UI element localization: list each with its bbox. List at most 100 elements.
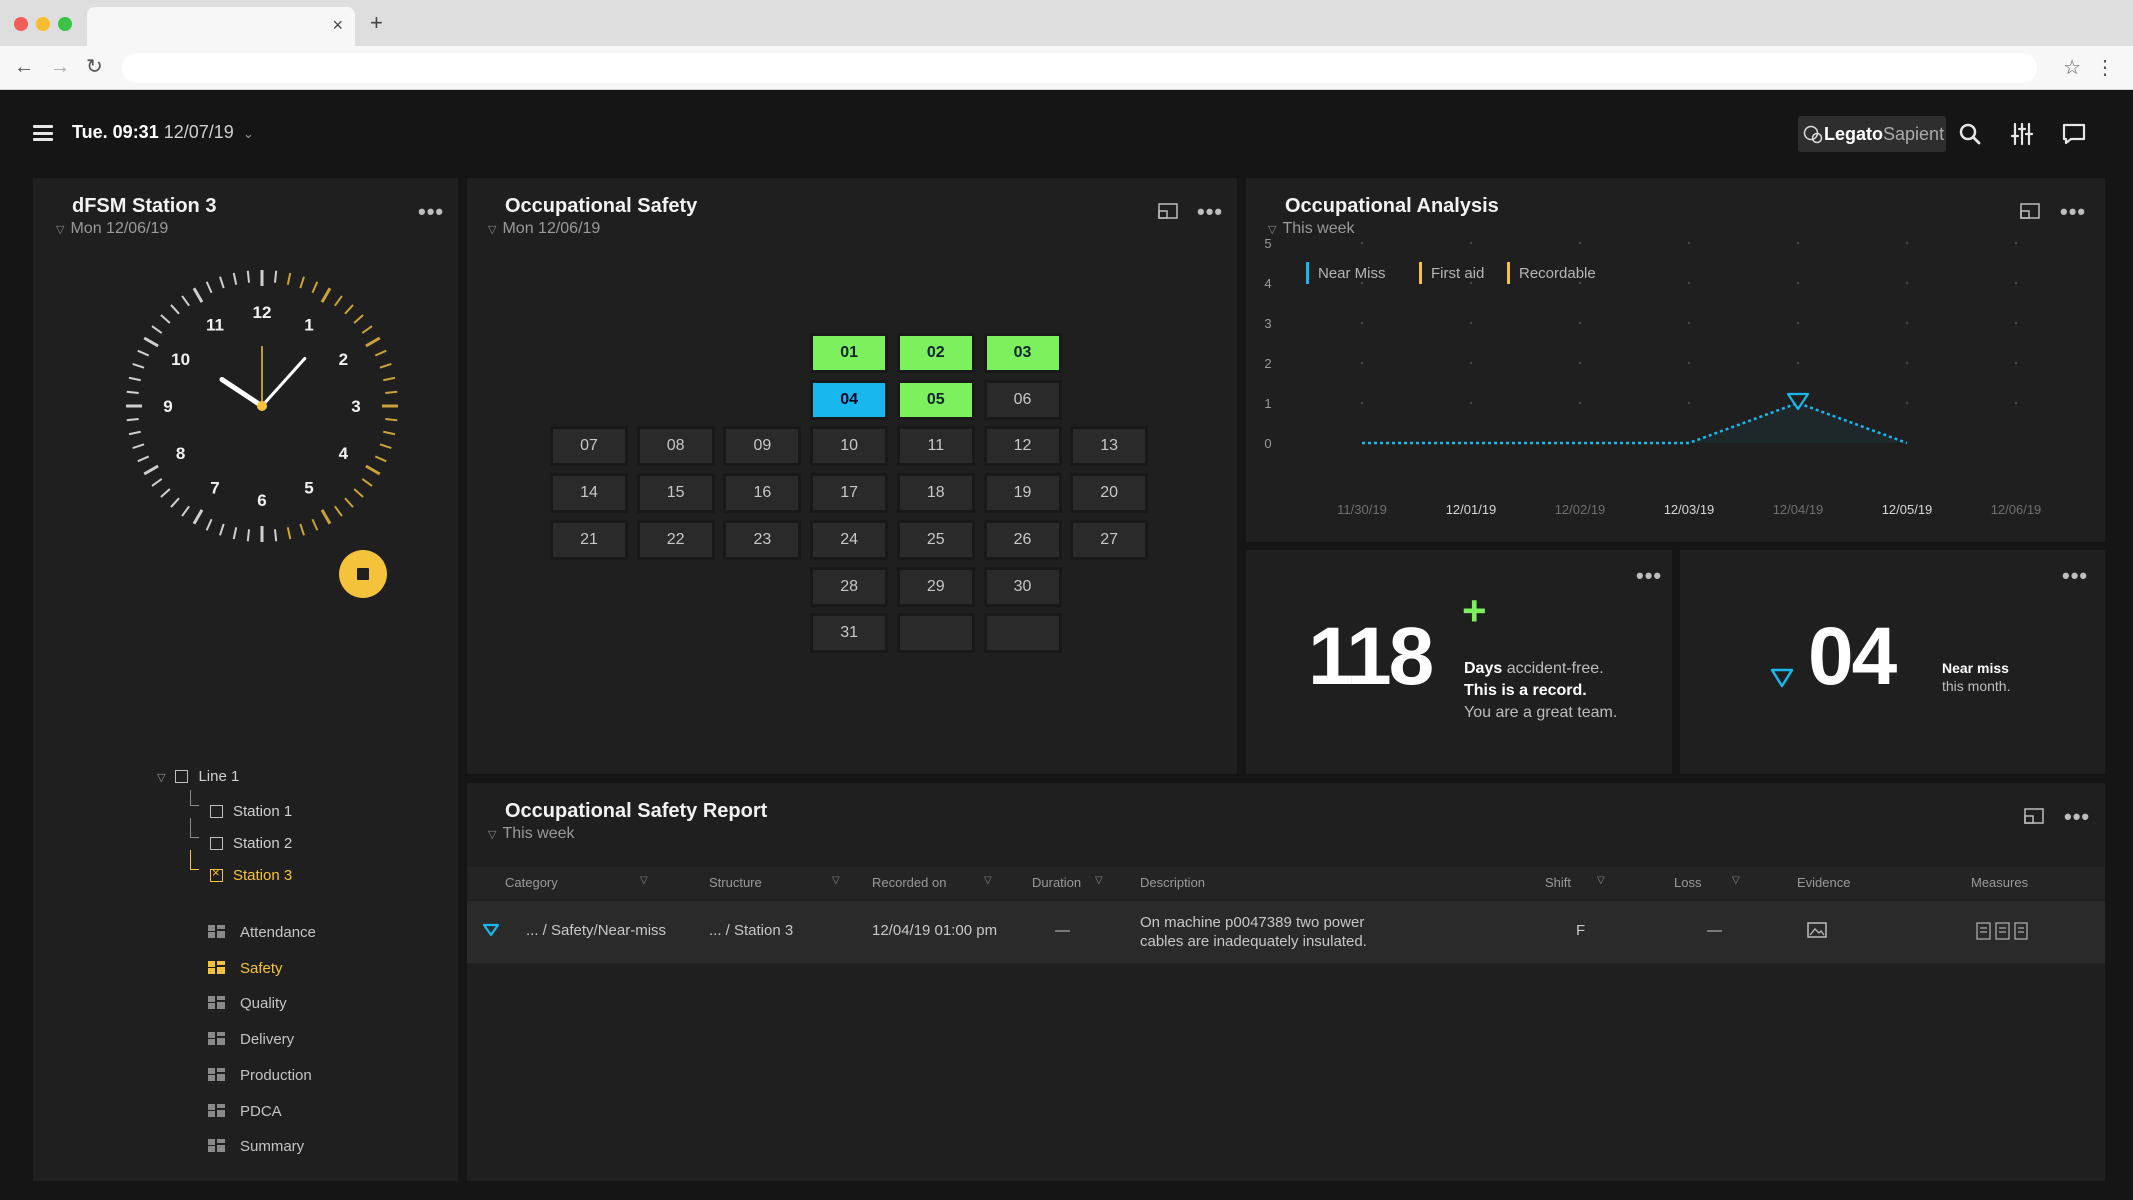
sidebar-item-pdca[interactable]: PDCA <box>208 1103 282 1120</box>
column-header-measures[interactable]: Measures <box>1971 875 2028 890</box>
panel-period[interactable]: ▽ This week <box>488 825 575 843</box>
calendar-day-24[interactable]: 24 <box>810 519 889 560</box>
calendar-day-07[interactable]: 07 <box>550 426 628 467</box>
clock-tick <box>232 527 238 540</box>
window-maximize-button[interactable] <box>58 17 72 31</box>
back-arrow-icon[interactable]: ← <box>14 56 34 78</box>
calendar-day-02[interactable]: 02 <box>896 333 975 373</box>
grid-dot <box>1360 281 1364 285</box>
more-options-icon[interactable]: ••• <box>1197 201 1223 223</box>
calendar-day-04[interactable]: 04 <box>810 379 889 420</box>
calendar-day-22[interactable]: 22 <box>636 519 715 560</box>
document-icon[interactable] <box>1976 922 2028 940</box>
calendar-day-18[interactable]: 18 <box>896 473 975 514</box>
calendar-day-08[interactable]: 08 <box>636 426 715 467</box>
calendar-day-29[interactable]: 29 <box>896 566 975 607</box>
clock-tick <box>219 523 225 536</box>
checkbox-icon[interactable] <box>210 805 223 818</box>
date-time-selector[interactable]: Tue. 09:31 12/07/19 ⌄ <box>72 122 254 143</box>
calendar-day-26[interactable]: 26 <box>983 519 1062 560</box>
forward-arrow-icon[interactable]: → <box>50 56 70 78</box>
more-options-icon[interactable]: ••• <box>2062 565 2088 587</box>
calendar-day-31[interactable]: 31 <box>810 613 889 654</box>
grid-dot <box>1796 361 1800 365</box>
calendar-day-27[interactable]: 27 <box>1070 519 1149 560</box>
reload-icon[interactable]: ↻ <box>86 56 103 78</box>
tree-item-label: Station 2 <box>233 835 293 852</box>
tree-item-label: Line 1 <box>198 768 240 785</box>
station-panel: dFSM Station 3 ▽ Mon 12/06/19 ••• 12 1 2 3 4 5… <box>33 178 458 1181</box>
grid-dot <box>2014 241 2018 245</box>
calendar-day-16[interactable]: 16 <box>723 473 802 514</box>
sidebar-item-production[interactable]: Production <box>208 1067 312 1084</box>
calendar-day-23[interactable]: 23 <box>723 519 802 560</box>
calendar-day-09[interactable]: 09 <box>723 426 802 467</box>
calendar-day-19[interactable]: 19 <box>983 473 1062 514</box>
calendar-day-28[interactable]: 28 <box>810 566 889 607</box>
calendar-day-05[interactable]: 05 <box>896 379 975 420</box>
more-options-icon[interactable]: ••• <box>1636 565 1662 587</box>
panel-date[interactable]: ▽ Mon 12/06/19 <box>56 220 168 238</box>
more-options-icon[interactable]: ••• <box>2064 806 2090 828</box>
browser-toolbar: ← → ↻ ☆ ⋮ <box>0 46 2133 90</box>
checkbox-icon[interactable] <box>210 837 223 850</box>
calendar-day-01[interactable]: 01 <box>810 333 889 373</box>
clock-minute-hand <box>260 356 307 408</box>
column-header-loss[interactable]: Loss ▽ <box>1674 875 1744 890</box>
column-header-evidence[interactable]: Evidence <box>1797 875 1850 890</box>
filter-sliders-icon[interactable] <box>2008 120 2036 148</box>
sidebar-item-safety[interactable]: Safety <box>208 960 283 977</box>
expand-icon[interactable] <box>1158 203 1178 219</box>
sidebar-item-summary[interactable]: Summary <box>208 1138 304 1155</box>
calendar-day-25[interactable]: 25 <box>896 519 975 560</box>
browser-menu-icon[interactable]: ⋮ <box>2095 55 2115 80</box>
more-options-icon[interactable]: ••• <box>418 201 444 223</box>
column-header-duration[interactable]: Duration ▽ <box>1032 875 1122 890</box>
column-header-description[interactable]: Description <box>1140 875 1205 890</box>
checkbox-checked-icon[interactable] <box>210 865 223 882</box>
calendar-day-15[interactable]: 15 <box>636 473 715 514</box>
tab-close-icon[interactable]: × <box>332 15 343 35</box>
chat-icon[interactable] <box>2060 120 2088 148</box>
calendar-day-11[interactable]: 11 <box>896 426 975 467</box>
browser-tab[interactable]: × <box>87 7 355 46</box>
calendar-day-12[interactable]: 12 <box>983 426 1062 467</box>
calendar-day-13[interactable]: 13 <box>1070 426 1149 467</box>
calendar-day-30[interactable]: 30 <box>983 566 1062 607</box>
panel-date[interactable]: ▽ Mon 12/06/19 <box>488 220 600 238</box>
checkbox-icon[interactable] <box>175 770 189 783</box>
sidebar-item-delivery[interactable]: Delivery <box>208 1031 294 1048</box>
grid-dot <box>1796 281 1800 285</box>
grid-dot <box>1360 401 1364 405</box>
grid-dot <box>1469 281 1473 285</box>
column-header-recorded-on[interactable]: Recorded on ▽ <box>872 875 1002 890</box>
calendar-day-03[interactable]: 03 <box>983 333 1062 373</box>
expand-icon[interactable] <box>2024 808 2044 824</box>
calendar-day-06[interactable]: 06 <box>983 379 1062 420</box>
tree-item-station-2[interactable]: Station 2 <box>210 835 292 852</box>
address-bar[interactable] <box>122 53 2037 83</box>
search-icon[interactable] <box>1956 120 1984 148</box>
table-row[interactable]: ... / Safety/Near-miss ... / Station 3 1… <box>467 901 2105 963</box>
sidebar-item-attendance[interactable]: Attendance <box>208 924 316 941</box>
calendar-day-17[interactable]: 17 <box>810 473 889 514</box>
window-close-button[interactable] <box>14 17 28 31</box>
tree-item-line-1[interactable]: ▽ Line 1 <box>157 768 239 785</box>
menu-icon[interactable] <box>33 125 53 141</box>
stop-button[interactable] <box>339 550 387 598</box>
calendar-day-21[interactable]: 21 <box>550 519 628 560</box>
column-header-category[interactable]: Category ▽ <box>505 875 655 890</box>
calendar-day-10[interactable]: 10 <box>810 426 889 467</box>
calendar-day-14[interactable]: 14 <box>550 473 628 514</box>
chevron-down-icon: ▽ <box>56 224 65 236</box>
calendar-day-20[interactable]: 20 <box>1070 473 1149 514</box>
column-header-shift[interactable]: Shift ▽ <box>1545 875 1615 890</box>
column-header-structure[interactable]: Structure ▽ <box>709 875 849 890</box>
tree-item-station-1[interactable]: Station 1 <box>210 803 292 820</box>
bookmark-star-icon[interactable]: ☆ <box>2063 55 2081 80</box>
new-tab-icon[interactable]: + <box>370 12 383 34</box>
window-minimize-button[interactable] <box>36 17 50 31</box>
image-icon[interactable] <box>1807 922 1827 938</box>
tree-item-station-3[interactable]: Station 3 <box>210 865 292 884</box>
sidebar-item-quality[interactable]: Quality <box>208 995 287 1012</box>
